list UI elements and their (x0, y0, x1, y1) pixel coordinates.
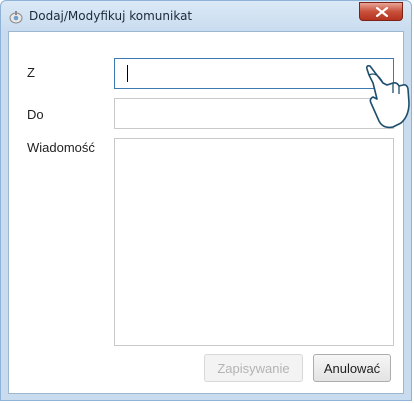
from-label: Z (27, 65, 35, 80)
dialog-body: Z Do Wiadomość Zapisywanie Anulować (8, 31, 404, 394)
from-field[interactable] (114, 58, 394, 89)
dialog-window: Dodaj/Modyfikuj komunikat Z Do Wiadomość… (0, 0, 412, 401)
close-button[interactable] (359, 2, 403, 21)
app-icon (9, 11, 23, 24)
to-label: Do (27, 107, 44, 122)
cancel-button[interactable]: Anulować (313, 354, 391, 382)
save-button[interactable]: Zapisywanie (204, 354, 303, 382)
message-field[interactable] (114, 138, 394, 346)
message-label: Wiadomość (27, 140, 95, 155)
close-icon (376, 7, 388, 17)
window-title: Dodaj/Modyfikuj komunikat (29, 9, 193, 23)
text-caret (127, 65, 128, 82)
hand-pointer-icon (366, 65, 410, 129)
to-field[interactable] (114, 98, 394, 129)
title-bar[interactable]: Dodaj/Modyfikuj komunikat (1, 1, 411, 31)
